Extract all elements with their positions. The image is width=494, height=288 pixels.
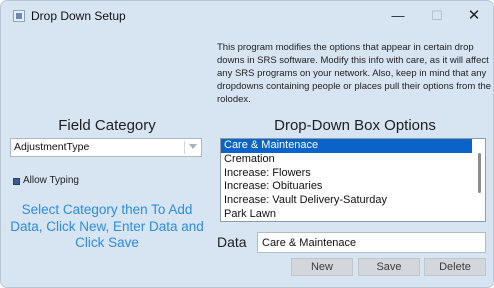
app-icon <box>13 10 25 22</box>
drop-down-setup-window: Drop Down Setup — ☐ ✕ This program modif… <box>0 0 494 288</box>
list-item[interactable]: Park Lawn <box>221 208 472 221</box>
title-bar[interactable]: Drop Down Setup — ☐ ✕ <box>1 1 493 31</box>
delete-button[interactable]: Delete <box>424 258 486 276</box>
allow-typing-checkbox[interactable] <box>13 178 20 185</box>
info-text: This program modifies the options that a… <box>217 42 492 105</box>
new-button[interactable]: New <box>291 258 353 276</box>
chevron-down-icon[interactable] <box>189 144 197 149</box>
close-button[interactable]: ✕ <box>452 5 493 27</box>
minimize-button[interactable]: — <box>376 5 420 27</box>
dropdown-options-heading: Drop-Down Box Options <box>274 117 436 134</box>
allow-typing-label[interactable]: Allow Typing <box>23 175 79 186</box>
combo-divider <box>184 141 185 154</box>
list-item[interactable]: Increase: Obituaries <box>221 180 472 194</box>
list-item[interactable]: Care & Maintenace <box>221 139 472 153</box>
field-category-combobox[interactable]: AdjustmentType <box>10 138 202 157</box>
window-title: Drop Down Setup <box>31 9 126 23</box>
field-category-value: AdjustmentType <box>14 141 90 153</box>
dropdown-options-listbox[interactable]: Care & Maintenace Cremation Increase: Fl… <box>220 138 486 222</box>
field-category-heading: Field Category <box>58 117 156 134</box>
list-scrollbar[interactable] <box>473 139 485 221</box>
data-label: Data <box>217 234 247 250</box>
data-input[interactable] <box>257 232 486 253</box>
list-item[interactable]: Increase: Flowers <box>221 167 472 181</box>
list-item[interactable]: Cremation <box>221 153 472 167</box>
save-button[interactable]: Save <box>358 258 420 276</box>
scrollbar-thumb[interactable] <box>478 153 481 193</box>
instructions-text: Select Category then To Add Data, Click … <box>10 202 204 250</box>
list-item[interactable]: Increase: Vault Delivery-Saturday <box>221 194 472 208</box>
